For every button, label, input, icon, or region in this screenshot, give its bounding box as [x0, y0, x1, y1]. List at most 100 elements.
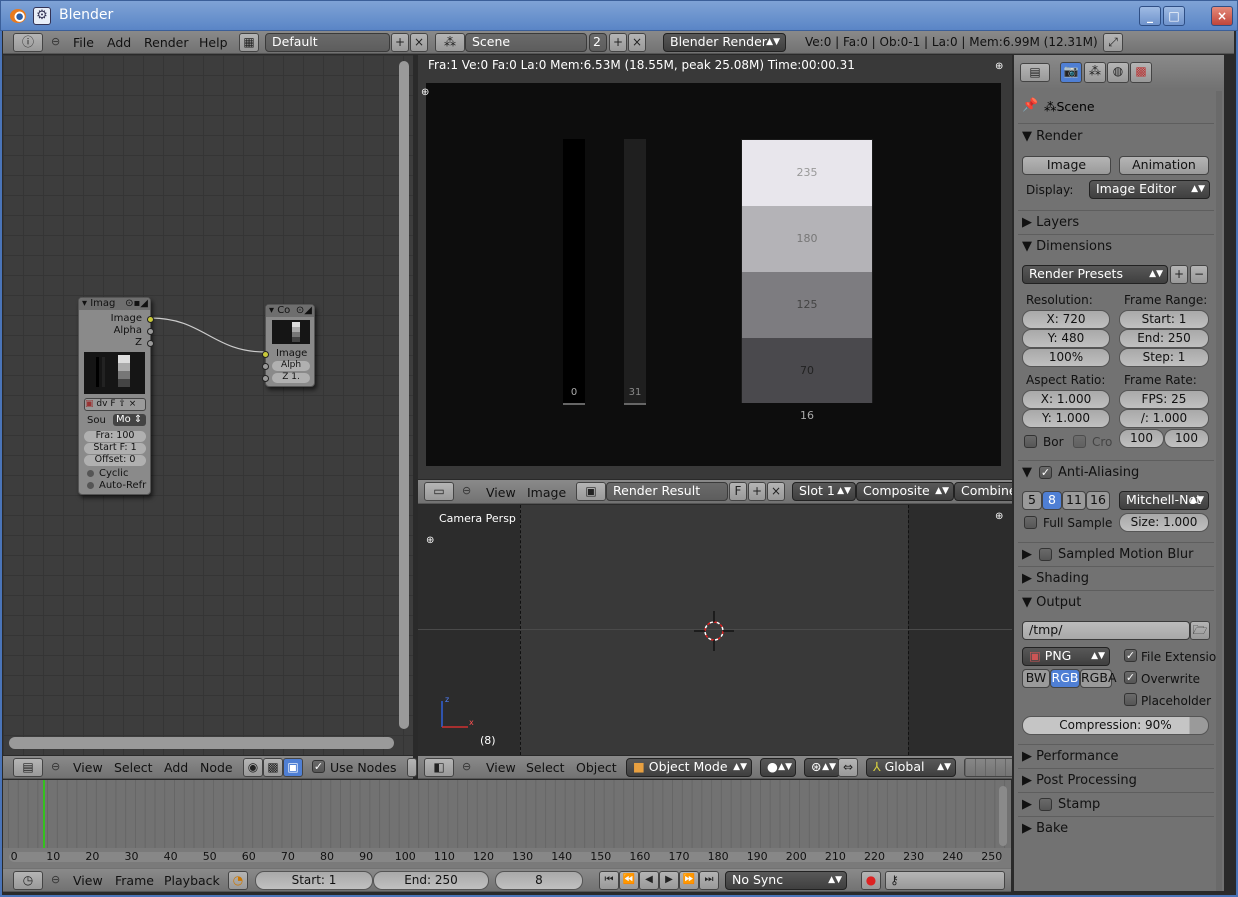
panel-output-header[interactable]: ▼ Output: [1022, 595, 1081, 610]
preview-range-icon[interactable]: ◔: [228, 871, 248, 890]
current-frame-field[interactable]: 8: [495, 871, 583, 890]
auto-refresh-checkbox[interactable]: [87, 482, 94, 489]
panel-performance-header[interactable]: ▶ Performance: [1022, 749, 1119, 764]
texture-context-icon[interactable]: ▩: [1130, 62, 1152, 83]
menu-node[interactable]: Node: [200, 760, 233, 775]
menu-view[interactable]: View: [73, 760, 103, 775]
shader-nodes-icon[interactable]: ◉: [243, 758, 263, 777]
compositing-nodes-icon[interactable]: ▣: [283, 758, 303, 777]
node-editor-h-scrollbar[interactable]: [9, 737, 394, 749]
play-reverse-button[interactable]: ◀: [639, 871, 659, 890]
channels-rgb[interactable]: RGB: [1050, 669, 1080, 688]
manipulator-icon[interactable]: ⇔: [838, 758, 858, 777]
overwrite-checkbox[interactable]: ✓: [1124, 671, 1137, 684]
menu-select[interactable]: Select: [114, 760, 153, 775]
render-engine-dropdown[interactable]: Blender Render ▲▼: [663, 33, 786, 52]
aa-samples-16[interactable]: 16: [1086, 491, 1110, 510]
end-frame-field[interactable]: End: 250: [373, 871, 489, 890]
menu-help[interactable]: Help: [199, 35, 228, 50]
jump-end-button[interactable]: ⏭: [699, 871, 719, 890]
aspect-x-field[interactable]: X: 1.000: [1022, 390, 1110, 409]
render-animation-button[interactable]: Animation: [1119, 156, 1209, 175]
frame-end-field[interactable]: End: 250: [1119, 329, 1209, 348]
time-remap-old-field[interactable]: 100: [1119, 429, 1164, 448]
aa-samples-8[interactable]: 8: [1042, 491, 1062, 510]
window-menu-icon[interactable]: ⚙: [33, 7, 51, 25]
3d-viewport[interactable]: Camera Persp ⊕ ⊕ z x (8): [418, 505, 1012, 755]
input-z-field[interactable]: Z 1.: [272, 373, 310, 383]
start-frame-field[interactable]: Start F: 1: [84, 443, 146, 454]
backdrop-toggle[interactable]: [407, 758, 417, 777]
node-editor[interactable]: ▾ Imag ⊙▪◢ Image Alpha Z ▣ dv F ⇧ × Sou M…: [3, 55, 413, 755]
use-nodes-checkbox[interactable]: ✓: [312, 760, 325, 773]
output-path-field[interactable]: /tmp/: [1022, 621, 1190, 640]
layers-grid[interactable]: [964, 758, 1012, 777]
resolution-percent-field[interactable]: 100%: [1022, 348, 1110, 367]
current-frame-indicator[interactable]: [43, 780, 45, 848]
mode-dropdown[interactable]: ■ Object Mode ▲▼: [626, 758, 752, 777]
frames-field[interactable]: Fra: 100: [84, 431, 146, 442]
aa-samples-11[interactable]: 11: [1062, 491, 1086, 510]
tool-shelf-toggle-icon[interactable]: ⊕: [426, 535, 434, 546]
unlink-image-icon[interactable]: ×: [767, 482, 785, 501]
add-preset-icon[interactable]: +: [1170, 265, 1188, 284]
panel-dimensions-header[interactable]: ▼ Dimensions: [1022, 239, 1112, 254]
antialiasing-checkbox[interactable]: ✓: [1039, 466, 1052, 479]
delete-screen-icon[interactable]: ×: [410, 33, 428, 52]
output-z-socket[interactable]: [147, 340, 154, 347]
cyclic-checkbox[interactable]: [87, 470, 94, 477]
panel-bake-header[interactable]: ▶ Bake: [1022, 821, 1068, 836]
delete-scene-icon[interactable]: ×: [628, 33, 646, 52]
panel-layers-header[interactable]: ▶ Layers: [1022, 215, 1079, 230]
image-name-field[interactable]: Render Result: [606, 482, 728, 501]
menu-render[interactable]: Render: [144, 35, 189, 50]
resolution-y-field[interactable]: Y: 480: [1022, 329, 1110, 348]
panel-post-processing-header[interactable]: ▶ Post Processing: [1022, 773, 1137, 788]
source-dropdown[interactable]: Mo ⇕: [113, 414, 146, 426]
panel-shading-header[interactable]: ▶ Shading: [1022, 571, 1089, 586]
record-button[interactable]: ●: [861, 871, 881, 890]
transform-orientation-dropdown[interactable]: ⅄ Global ▲▼: [866, 758, 956, 777]
new-image-icon[interactable]: +: [748, 482, 766, 501]
output-alpha-socket[interactable]: [147, 328, 154, 335]
render-context-icon[interactable]: 📷: [1060, 62, 1082, 83]
close-button[interactable]: ×: [1211, 6, 1233, 26]
sync-mode-dropdown[interactable]: No Sync ▲▼: [725, 871, 847, 890]
compression-slider[interactable]: Compression: 90%: [1022, 716, 1209, 735]
properties-toggle-icon[interactable]: ⊕: [995, 511, 1003, 522]
menu-frame[interactable]: Frame: [115, 873, 154, 888]
editor-type-icon[interactable]: ◷: [13, 871, 43, 890]
editor-type-icon[interactable]: ▤: [1020, 63, 1050, 82]
placeholders-checkbox[interactable]: [1124, 693, 1137, 706]
frame-step-field[interactable]: Step: 1: [1119, 348, 1209, 367]
screen-layout-field[interactable]: Default: [265, 33, 390, 52]
browse-folder-icon[interactable]: 🗁: [1190, 621, 1210, 640]
play-button[interactable]: ▶: [659, 871, 679, 890]
image-editor[interactable]: Fra:1 Ve:0 Fa:0 La:0 Mem:6.53M (18.55M, …: [418, 55, 1012, 479]
render-presets-dropdown[interactable]: Render Presets ▲▼: [1022, 265, 1168, 284]
render-result-canvas[interactable]: ⊕ 0 31 235 180 125 70 16: [421, 83, 1001, 466]
pass-dropdown[interactable]: Composite ▲▼: [856, 482, 954, 501]
keying-set-field[interactable]: ⚷: [885, 871, 1005, 890]
fullscreen-icon[interactable]: ⤢: [1103, 33, 1123, 52]
full-sample-checkbox[interactable]: [1024, 516, 1037, 529]
fps-field[interactable]: FPS: 25: [1119, 390, 1209, 409]
timeline-v-scrollbar[interactable]: [999, 786, 1007, 846]
pivot-point-dropdown[interactable]: ⊛ ▲▼: [804, 758, 840, 777]
editor-type-icon[interactable]: ▤: [13, 758, 43, 777]
scene-field[interactable]: Scene: [465, 33, 587, 52]
menu-playback[interactable]: Playback: [164, 873, 220, 888]
resolution-x-field[interactable]: X: 720: [1022, 310, 1110, 329]
menu-add[interactable]: Add: [107, 35, 131, 50]
panel-stamp-header[interactable]: ▶: [1022, 797, 1032, 812]
channels-rgba[interactable]: RGBA: [1080, 669, 1117, 688]
input-image-socket[interactable]: [262, 351, 269, 358]
jump-keyframe-back-button[interactable]: ⏪: [619, 871, 639, 890]
scene-context-icon[interactable]: ⁂: [1084, 62, 1106, 83]
menu-select[interactable]: Select: [526, 760, 565, 775]
image-fake-user[interactable]: F: [110, 399, 115, 409]
panel-antialiasing-header[interactable]: ▼: [1022, 465, 1032, 480]
frame-start-field[interactable]: Start: 1: [1119, 310, 1209, 329]
aspect-y-field[interactable]: Y: 1.000: [1022, 409, 1110, 428]
file-format-dropdown[interactable]: ▣ PNG ▲▼: [1022, 647, 1110, 666]
